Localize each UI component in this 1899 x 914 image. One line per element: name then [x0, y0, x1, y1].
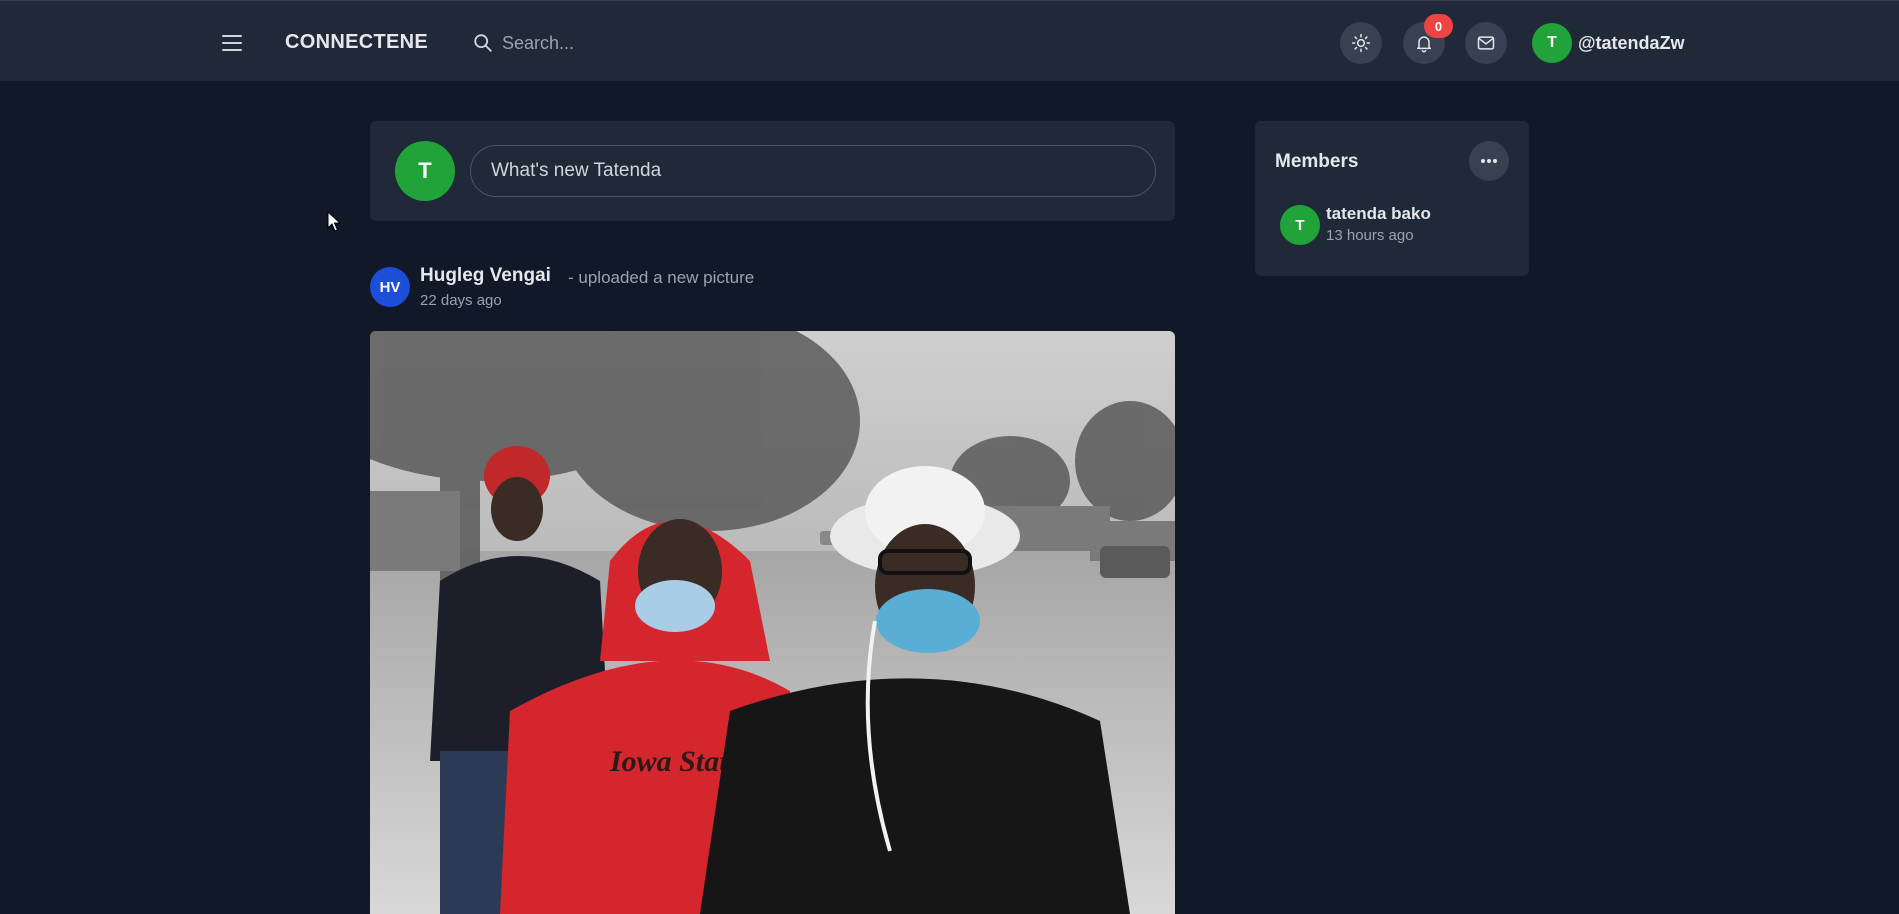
member-avatar: T: [1280, 205, 1320, 245]
more-dots-icon: [1481, 159, 1497, 163]
member-item[interactable]: T tatenda bako 13 hours ago: [1280, 203, 1510, 247]
theme-toggle-button[interactable]: [1340, 22, 1382, 64]
menu-icon[interactable]: [218, 29, 246, 57]
mouse-cursor-icon: [327, 211, 341, 232]
members-panel: Members T tatenda bako 13 hours ago: [1255, 121, 1529, 276]
post-author-avatar[interactable]: HV: [370, 267, 410, 307]
composer-avatar: T: [395, 141, 455, 201]
post-composer: T: [370, 121, 1175, 221]
members-more-button[interactable]: [1469, 141, 1509, 181]
messages-button[interactable]: [1465, 22, 1507, 64]
user-avatar: T: [1532, 23, 1572, 63]
post-header: HV Hugleg Vengai 22 days ago: [370, 264, 1175, 314]
notification-count-badge: 0: [1424, 14, 1453, 38]
post-timestamp: 22 days ago: [420, 292, 502, 309]
post-photo: Iowa State: [370, 331, 1175, 914]
top-navbar: CONNECTENE 0 T: [0, 0, 1899, 81]
member-last-active: 13 hours ago: [1326, 227, 1414, 244]
post-image[interactable]: Iowa State: [370, 331, 1175, 914]
post-action-text: - uploaded a new picture: [568, 268, 755, 287]
user-handle: @tatendaZw: [1578, 32, 1685, 53]
search-icon: [474, 34, 492, 52]
search-bar: [468, 27, 808, 59]
user-profile-menu[interactable]: T @tatendaZw: [1532, 22, 1685, 64]
whats-new-input[interactable]: [470, 145, 1156, 197]
post-author-name[interactable]: Hugleg Vengai: [420, 265, 551, 287]
member-name: tatenda bako: [1326, 204, 1431, 223]
mail-icon: [1477, 36, 1495, 50]
sun-icon: [1351, 33, 1371, 53]
brand-logo[interactable]: CONNECTENE: [285, 31, 428, 54]
search-input[interactable]: [502, 27, 802, 59]
members-title: Members: [1275, 151, 1359, 172]
